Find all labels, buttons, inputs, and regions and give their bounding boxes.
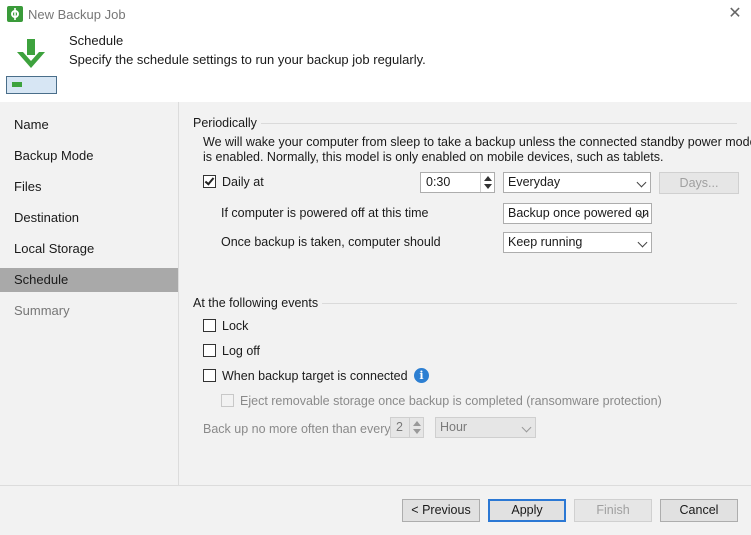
sidebar-item-schedule[interactable]: Schedule (0, 268, 178, 292)
finish-button: Finish (574, 499, 652, 522)
after-backup-value: Keep running (508, 235, 583, 249)
green-arrow-icon (17, 39, 45, 68)
chevron-down-icon (637, 237, 648, 248)
sidebar-item-backup-mode[interactable]: Backup Mode (0, 144, 178, 168)
powered-off-label: If computer is powered off at this time (221, 206, 429, 220)
veeam-app-icon (7, 6, 23, 22)
logoff-label: Log off (222, 344, 261, 358)
daily-at-label: Daily at (222, 175, 264, 189)
spin-down-icon (413, 429, 421, 434)
events-group-label: At the following events (193, 296, 323, 310)
group-divider (322, 303, 737, 304)
powered-off-value: Backup once powered on (508, 206, 650, 220)
eject-storage-label: Eject removable storage once backup is c… (240, 394, 662, 408)
days-button[interactable]: Days... (659, 172, 739, 194)
after-backup-dropdown[interactable]: Keep running (503, 232, 652, 253)
schedule-panel: Periodically We will wake your computer … (178, 102, 751, 485)
spinner-buttons (409, 418, 423, 437)
interval-spinner: 2 (390, 417, 424, 438)
target-connected-label: When backup target is connected (222, 369, 408, 383)
apply-button[interactable]: Apply (488, 499, 566, 522)
title-bar: New Backup Job ✕ (0, 0, 751, 30)
close-icon[interactable]: ✕ (723, 4, 747, 26)
wake-description-line1: We will wake your computer from sleep to… (203, 135, 751, 149)
time-value: 0:30 (426, 175, 451, 189)
no-more-often-label: Back up no more often than every (203, 422, 391, 436)
group-divider (257, 123, 737, 124)
daily-at-checkbox[interactable] (203, 175, 216, 188)
page-subtitle: Specify the schedule settings to run you… (69, 52, 426, 67)
chevron-down-icon (636, 177, 647, 188)
window-title: New Backup Job (28, 7, 126, 22)
interval-unit-value: Hour (440, 420, 468, 434)
page-title: Schedule (69, 33, 124, 48)
cancel-button[interactable]: Cancel (660, 499, 738, 522)
eject-storage-checkbox (221, 394, 234, 407)
time-spinner[interactable]: 0:30 (420, 172, 495, 193)
wizard-footer: < Previous Apply Finish Cancel (0, 485, 751, 535)
sidebar-item-name[interactable]: Name (0, 113, 178, 137)
after-backup-label: Once backup is taken, computer should (221, 235, 441, 249)
lock-label: Lock (222, 319, 249, 333)
sidebar-item-files[interactable]: Files (0, 175, 178, 199)
periodically-group-label: Periodically (193, 116, 261, 130)
checkmark-icon (204, 175, 215, 186)
interval-unit-dropdown: Hour (435, 417, 536, 438)
frequency-value: Everyday (508, 175, 561, 189)
frequency-dropdown[interactable]: Everyday (503, 172, 651, 193)
sidebar-item-summary: Summary (14, 303, 70, 318)
lock-checkbox[interactable] (203, 319, 216, 332)
spin-down-icon[interactable] (484, 184, 492, 189)
powered-off-dropdown[interactable]: Backup once powered on (503, 203, 652, 224)
previous-button[interactable]: < Previous (402, 499, 480, 522)
wake-description-line2: is enabled. Normally, this model is only… (203, 150, 664, 164)
spin-up-icon[interactable] (484, 176, 492, 181)
drive-icon (6, 76, 57, 94)
spinner-buttons[interactable] (480, 173, 494, 192)
interval-value: 2 (396, 420, 403, 434)
wizard-header: Schedule Specify the schedule settings t… (0, 30, 751, 102)
sidebar-item-destination[interactable]: Destination (0, 206, 178, 230)
download-to-drive-icon (6, 38, 58, 94)
spin-up-icon (413, 421, 421, 426)
logoff-checkbox[interactable] (203, 344, 216, 357)
wizard-steps-sidebar: Name Backup Mode Files Destination Local… (0, 102, 178, 485)
chevron-down-icon (521, 422, 532, 433)
target-connected-checkbox[interactable] (203, 369, 216, 382)
sidebar-item-local-storage[interactable]: Local Storage (0, 237, 178, 261)
info-icon[interactable]: i (414, 368, 429, 383)
